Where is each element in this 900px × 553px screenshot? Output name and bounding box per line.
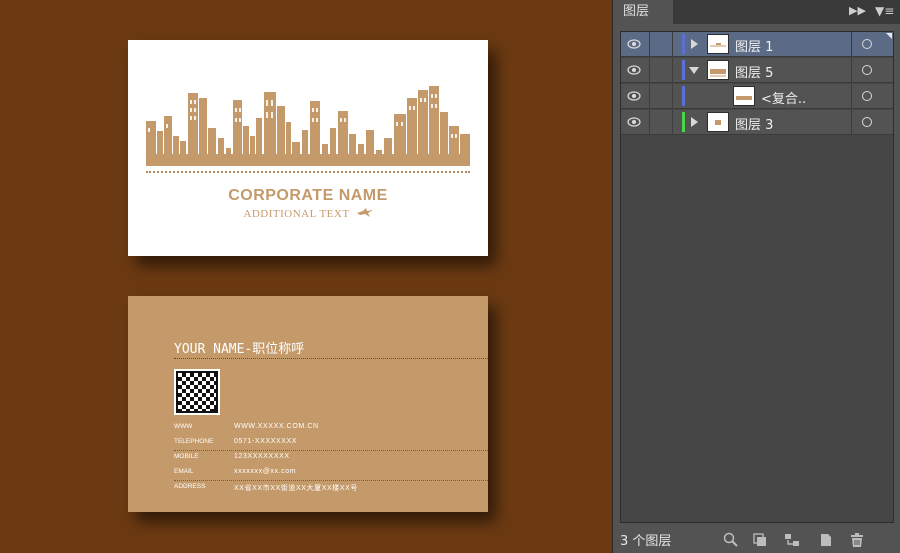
info-divider [174, 480, 488, 481]
target-divider [851, 32, 852, 56]
collapse-triangle-icon[interactable] [689, 67, 699, 74]
qr-code-icon [174, 369, 220, 415]
panel-footer: 3 个图层 [613, 527, 900, 553]
eye-icon[interactable] [627, 38, 641, 50]
info-value: 0571-XXXXXXXX [234, 438, 298, 445]
layer-row-5[interactable]: 图层 5 [621, 58, 893, 83]
lock-toggle[interactable] [649, 58, 673, 82]
name-and-title: YOUR NAME-职位称呼 [174, 342, 305, 357]
corporate-name: CORPORATE NAME [228, 187, 388, 204]
info-label: TELEPHONE [174, 438, 214, 445]
layer-thumbnail [707, 60, 729, 80]
search-icon[interactable] [723, 532, 739, 548]
info-value: xxxxxxx@xx.com [234, 468, 297, 475]
info-row-email: EMAIL xxxxxxx@xx.com [174, 468, 488, 482]
layers-panel: 图层 ▶▶ ▼≡ 图层 1 图层 5 <复合.. 图层 3 3 个图层 [612, 0, 900, 553]
artboard-canvas: CORPORATE NAME ADDITIONAL TEXT YOUR NAME… [0, 0, 612, 553]
target-circle-icon[interactable] [862, 91, 872, 101]
trash-icon[interactable] [849, 532, 865, 548]
selection-corner-icon [886, 33, 892, 39]
layer-name[interactable]: <复合.. [761, 88, 806, 107]
business-card-front[interactable]: CORPORATE NAME ADDITIONAL TEXT [128, 40, 488, 256]
info-row-www: WWW WWW.XXXXX.COM.CN [174, 423, 474, 437]
panel-header: 图层 ▶▶ ▼≡ [613, 0, 900, 24]
layer-color-indicator [682, 86, 685, 106]
layer-color-indicator [682, 112, 685, 132]
layer-row-1[interactable]: 图层 1 [621, 32, 893, 57]
additional-text: ADDITIONAL TEXT [243, 208, 350, 220]
layers-list: 图层 1 图层 5 <复合.. 图层 3 [620, 31, 894, 523]
sublayer-icon[interactable] [784, 532, 800, 548]
lock-toggle[interactable] [649, 110, 673, 134]
layer-thumbnail [707, 112, 729, 132]
eye-icon[interactable] [627, 64, 641, 76]
info-label: EMAIL [174, 468, 194, 475]
info-divider [174, 450, 488, 451]
info-label: ADDRESS [174, 483, 206, 490]
info-value: XX省XX市XX街道XX大厦XX楼XX号 [234, 485, 359, 492]
layer-thumbnail [707, 34, 729, 54]
layer-count: 3 个图层 [620, 534, 672, 549]
target-divider [851, 58, 852, 82]
target-divider [851, 84, 852, 108]
layer-color-indicator [682, 34, 685, 54]
expand-triangle-icon[interactable] [691, 39, 698, 49]
lock-toggle[interactable] [649, 32, 673, 56]
business-card-back[interactable]: YOUR NAME-职位称呼 WWW WWW.XXXXX.COM.CN TELE… [128, 296, 488, 512]
panel-menu-icon[interactable]: ▼≡ [875, 4, 894, 18]
info-row-address: ADDRESS XX省XX市XX街道XX大厦XX楼XX号 [174, 483, 474, 497]
info-label: MOBILE [174, 453, 199, 460]
expand-arrows-icon[interactable]: ▶▶ [849, 4, 866, 17]
tab-layers[interactable]: 图层 [613, 0, 673, 24]
eye-icon[interactable] [627, 116, 641, 128]
layer-row-3[interactable]: 图层 3 [621, 110, 893, 135]
expand-triangle-icon[interactable] [691, 117, 698, 127]
additional-text-line: ADDITIONAL TEXT [128, 208, 488, 220]
eye-icon[interactable] [627, 90, 641, 102]
info-label: WWW [174, 423, 193, 430]
target-divider [851, 110, 852, 134]
layer-color-indicator [682, 60, 685, 80]
target-circle-icon[interactable] [862, 39, 872, 49]
layer-thumbnail [733, 86, 755, 106]
target-circle-icon[interactable] [862, 65, 872, 75]
info-row-mobile: MOBILE 123XXXXXXXX [174, 453, 474, 467]
layer-name[interactable]: 图层 1 [735, 36, 773, 55]
bird-logo-icon [356, 208, 373, 217]
back-dotted-divider [174, 358, 488, 359]
info-value: 123XXXXXXXX [234, 453, 290, 460]
new-layer-icon[interactable] [818, 532, 834, 548]
front-dotted-divider [146, 171, 470, 173]
layer-name[interactable]: 图层 3 [735, 114, 773, 133]
target-circle-icon[interactable] [862, 117, 872, 127]
city-skyline-graphic [146, 86, 470, 166]
clipping-mask-icon[interactable] [752, 532, 768, 548]
lock-toggle[interactable] [649, 84, 673, 108]
layer-name[interactable]: 图层 5 [735, 62, 773, 81]
sublayer-row-compound[interactable]: <复合.. [621, 84, 893, 109]
info-row-telephone: TELEPHONE 0571-XXXXXXXX [174, 438, 488, 452]
info-value: WWW.XXXXX.COM.CN [234, 423, 319, 430]
